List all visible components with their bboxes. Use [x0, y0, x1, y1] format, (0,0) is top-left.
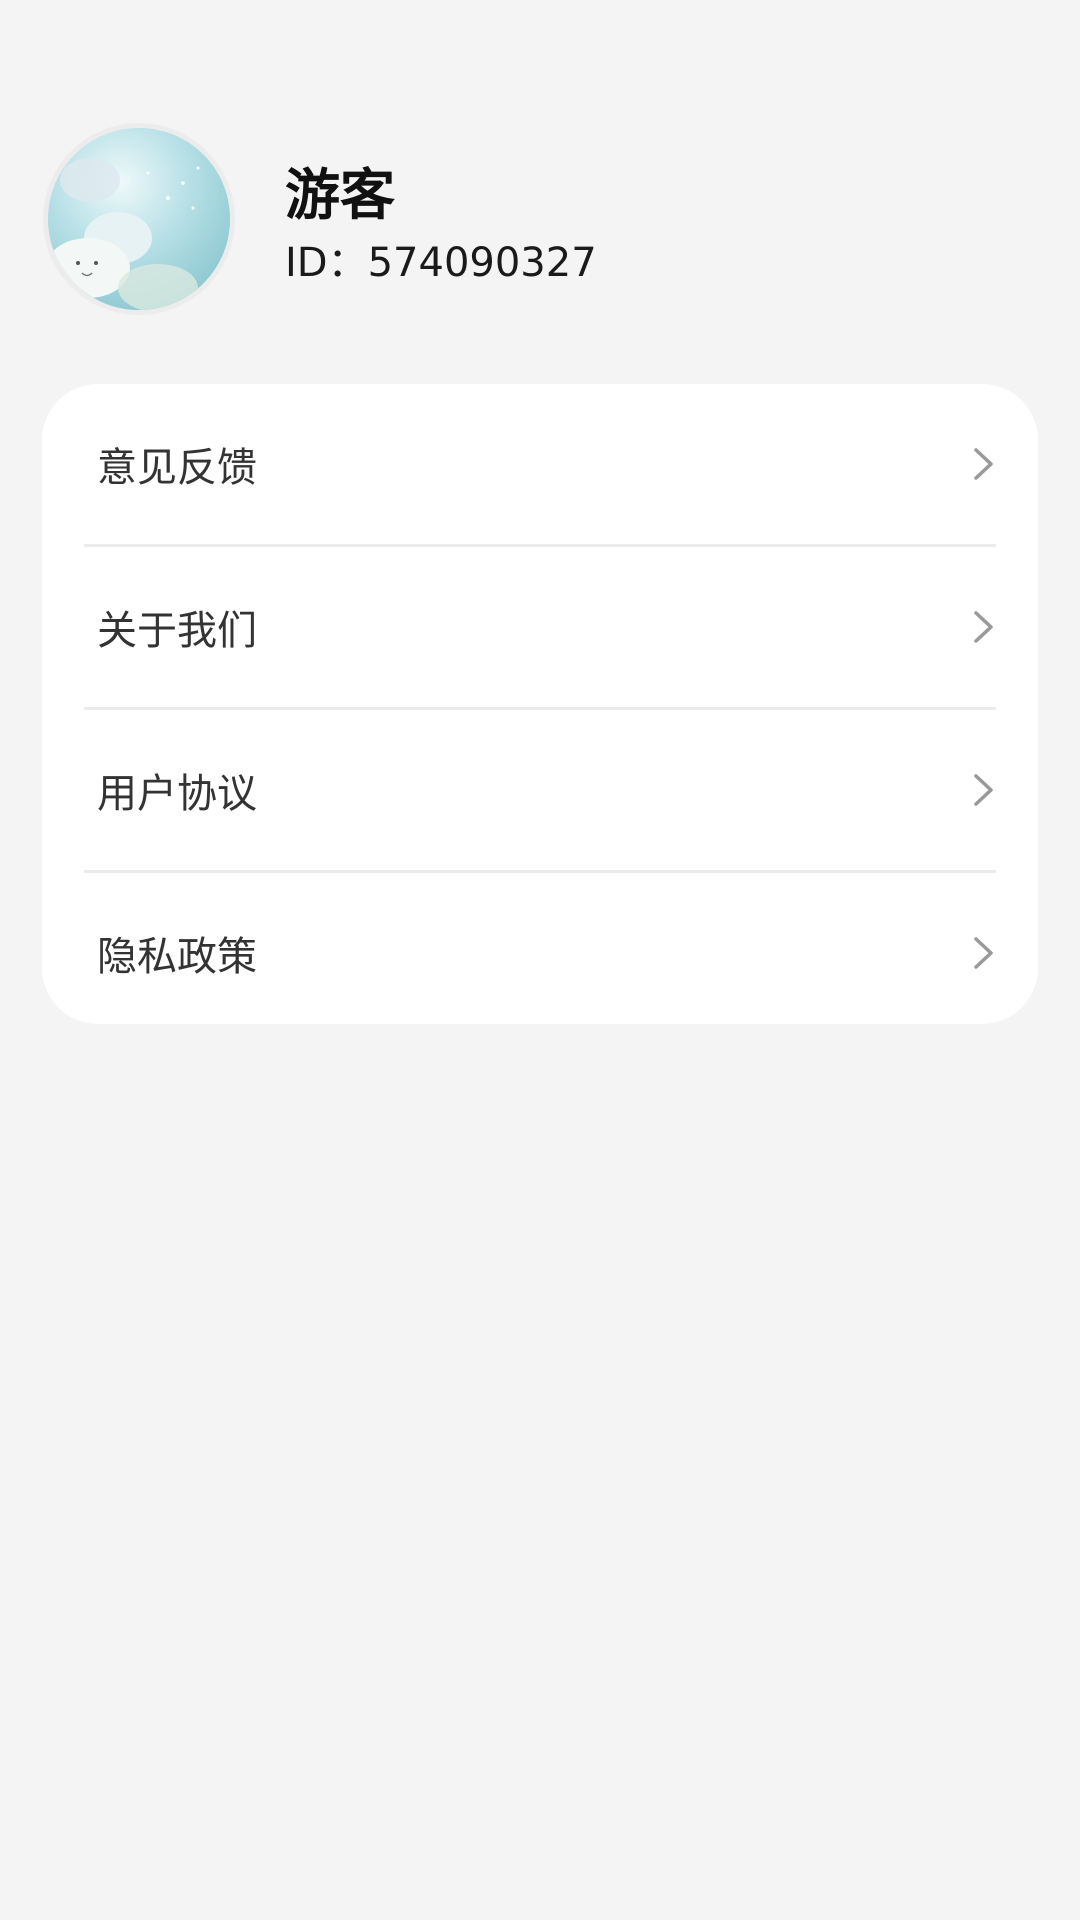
menu-card: 意见反馈 关于我们 用户协议 隐私政策: [42, 384, 1038, 1024]
menu-item-label: 关于我们: [97, 608, 257, 654]
chevron-right-icon: [972, 610, 996, 644]
profile-header: 游客 ID：574090327: [0, 0, 1080, 360]
menu-item-user-agreement[interactable]: 用户协议: [84, 707, 996, 870]
menu-item-feedback[interactable]: 意见反馈: [84, 384, 996, 544]
chevron-right-icon: [972, 447, 996, 481]
menu-item-privacy-policy[interactable]: 隐私政策: [84, 870, 996, 1033]
menu-item-label: 隐私政策: [97, 934, 257, 980]
user-name: 游客: [285, 163, 396, 227]
chevron-right-icon: [972, 936, 996, 970]
menu-item-label: 意见反馈: [97, 445, 257, 491]
avatar-image: [48, 128, 230, 310]
avatar[interactable]: [43, 123, 235, 315]
menu-item-about-us[interactable]: 关于我们: [84, 544, 996, 707]
menu-item-label: 用户协议: [97, 771, 257, 817]
user-id: ID：574090327: [285, 240, 597, 286]
chevron-right-icon: [972, 773, 996, 807]
